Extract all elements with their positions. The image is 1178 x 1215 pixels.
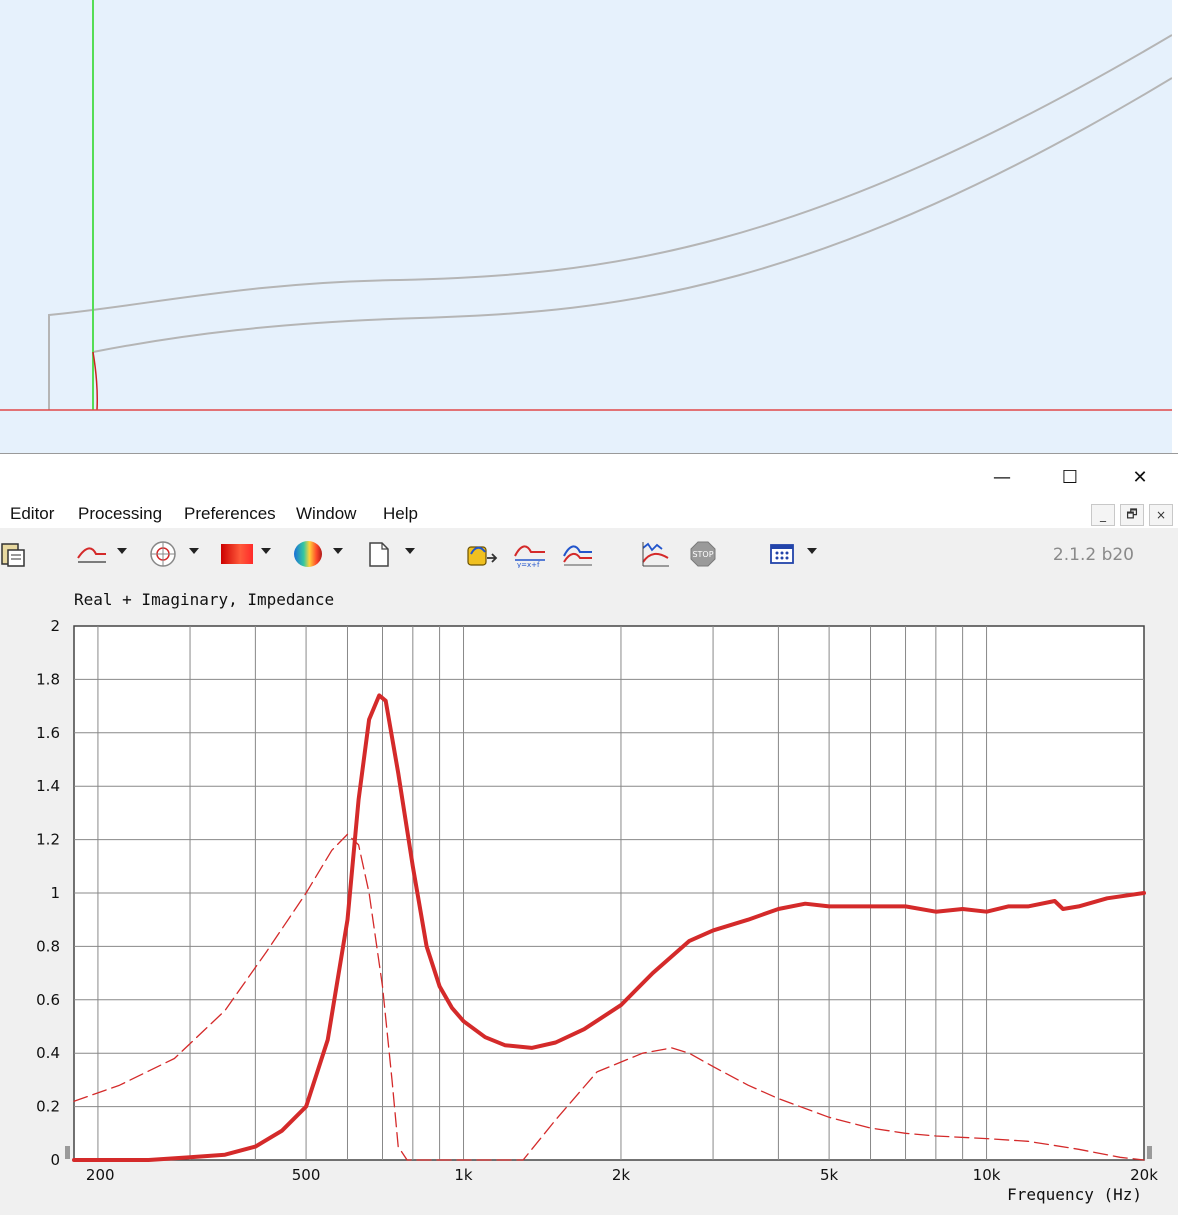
menu-bar: Editor Processing Preferences Window Hel… — [0, 498, 1178, 528]
impedance-chart: 0 0.2 0.4 0.6 0.8 1 1.2 1.4 1.6 1.8 2 200 500 1k 2k 5k… — [36, 617, 1158, 1204]
clipboard-icon[interactable] — [0, 540, 30, 568]
x-tick-label: 500 — [292, 1166, 321, 1184]
x-tick-labels: 200 500 1k 2k 5k 10k 20k — [86, 1166, 1158, 1184]
x-tick-label: 10k — [973, 1166, 1001, 1184]
x-tick-label: 200 — [86, 1166, 115, 1184]
y-tick-label: 1.8 — [36, 670, 60, 688]
y-tick-label: 1.6 — [36, 724, 60, 742]
waveguide-profile-drawing — [0, 0, 1172, 411]
menu-editor[interactable]: Editor — [10, 504, 54, 524]
x-tick-label: 5k — [820, 1166, 839, 1184]
y-tick-label: 0.8 — [36, 937, 60, 955]
balloon-icon[interactable] — [292, 540, 324, 568]
balloon-dropdown[interactable] — [333, 548, 343, 554]
y-tick-label: 0.6 — [36, 991, 60, 1009]
polar-plot-dropdown[interactable] — [189, 548, 199, 554]
y-tick-label: 0 — [50, 1151, 60, 1169]
grid-settings-icon[interactable] — [768, 540, 796, 568]
frequency-plot-dropdown[interactable] — [117, 548, 127, 554]
minimize-icon: — — [993, 466, 1011, 488]
x-scroll-right-handle[interactable] — [1147, 1146, 1152, 1159]
chart-title: Real + Imaginary, Impedance — [74, 590, 335, 609]
x-tick-label: 1k — [454, 1166, 473, 1184]
x-scroll-left-handle[interactable] — [65, 1146, 70, 1159]
sonogram-dropdown[interactable] — [261, 548, 271, 554]
window-minimize-button[interactable]: — — [982, 462, 1022, 492]
menu-preferences[interactable]: Preferences — [184, 504, 276, 524]
grid-settings-dropdown[interactable] — [807, 548, 817, 554]
document-dropdown[interactable] — [405, 548, 415, 554]
maximize-icon: ☐ — [1061, 466, 1079, 488]
export-icon[interactable] — [465, 540, 499, 568]
y-tick-label: 0.2 — [36, 1098, 60, 1116]
y-tick-label: 1.4 — [36, 777, 60, 795]
mdi-restore-button[interactable]: 🗗 — [1120, 504, 1144, 526]
frequency-plot-icon[interactable] — [76, 540, 108, 568]
overlay-icon[interactable] — [562, 540, 594, 568]
y-tick-label: 1 — [50, 884, 60, 902]
stop-icon[interactable]: STOP — [689, 540, 717, 568]
measurement-icon[interactable] — [640, 540, 672, 568]
svg-text:y=x+f: y=x+f — [517, 561, 540, 568]
x-axis-label: Frequency (Hz) — [1007, 1185, 1142, 1204]
y-tick-label: 2 — [50, 617, 60, 635]
y-tick-labels: 0 0.2 0.4 0.6 0.8 1 1.2 1.4 1.6 1.8 2 — [36, 617, 60, 1169]
sonogram-icon[interactable] — [220, 540, 254, 568]
y-tick-label: 1.2 — [36, 831, 60, 849]
window-maximize-button[interactable]: ☐ — [1050, 462, 1090, 492]
menu-window[interactable]: Window — [296, 504, 356, 524]
x-tick-label: 20k — [1130, 1166, 1158, 1184]
outer-profile-line — [48, 34, 1172, 410]
close-icon: ✕ — [1132, 466, 1148, 488]
toolbar: y=x+f STOP 2.1.2 b20 — [0, 528, 1178, 580]
inner-profile-line — [92, 77, 1172, 353]
polar-plot-icon[interactable] — [147, 540, 179, 568]
title-bar: — ☐ ✕ — [0, 454, 1178, 498]
formula-icon[interactable]: y=x+f — [513, 540, 547, 568]
geometry-preview-pane — [0, 0, 1172, 453]
x-tick-label: 2k — [612, 1166, 631, 1184]
menu-help[interactable]: Help — [383, 504, 418, 524]
app-window: — ☐ ✕ Editor Processing Preferences Wind… — [0, 453, 1178, 1215]
svg-text:STOP: STOP — [692, 550, 713, 559]
menu-processing[interactable]: Processing — [78, 504, 162, 524]
y-tick-label: 0.4 — [36, 1044, 60, 1062]
window-close-button[interactable]: ✕ — [1120, 462, 1160, 492]
version-label: 2.1.2 b20 — [1052, 545, 1134, 565]
mdi-close-button[interactable]: × — [1149, 504, 1173, 526]
document-icon[interactable] — [366, 540, 392, 568]
mdi-minimize-button[interactable]: _ — [1091, 504, 1115, 526]
